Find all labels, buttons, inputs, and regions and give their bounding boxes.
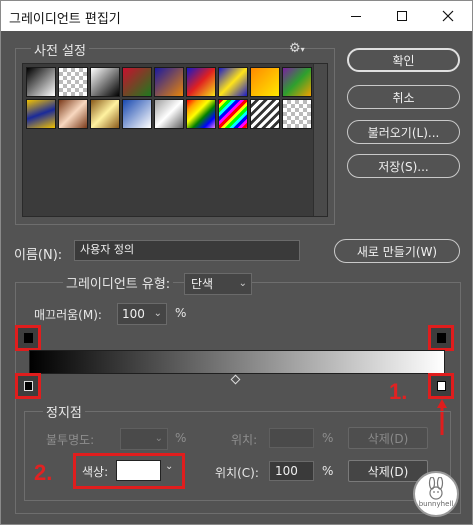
- opacity-label: 불투명도:: [46, 433, 95, 447]
- opacity-unit: %: [175, 431, 187, 445]
- gradient-preview-bar[interactable]: [29, 350, 445, 374]
- ok-button[interactable]: 확인: [347, 48, 460, 72]
- location-unit: %: [322, 464, 334, 478]
- load-button[interactable]: 불러오기(L)...: [347, 120, 460, 144]
- presets-settings-button[interactable]: ⚙▾: [289, 41, 305, 56]
- preset-swatch[interactable]: [282, 67, 312, 97]
- new-label: 새로 만들기(W): [356, 244, 438, 259]
- close-icon: [442, 10, 454, 22]
- window-title: 그레이디언트 편집기: [9, 12, 121, 27]
- preset-swatch[interactable]: [26, 99, 56, 129]
- chevron-down-icon: ⌄: [238, 278, 247, 289]
- preset-swatch[interactable]: [154, 67, 184, 97]
- load-label: 불러오기(L)...: [367, 125, 440, 140]
- bunny-icon: [428, 476, 444, 500]
- preset-swatch[interactable]: [186, 67, 216, 97]
- preset-swatch[interactable]: [218, 99, 248, 129]
- opacity-delete-button: 삭제(D): [348, 427, 428, 449]
- chevron-down-icon: ⌄: [154, 433, 163, 444]
- presets-title: 사전 설정: [31, 40, 89, 59]
- preset-swatch[interactable]: [26, 67, 56, 97]
- watermark-logo: bunnyhell: [413, 471, 459, 517]
- maximize-icon: [397, 11, 407, 21]
- color-swatch[interactable]: [116, 460, 161, 481]
- gradient-type-select[interactable]: 단색 ⌄: [184, 273, 252, 295]
- color-stop-left[interactable]: [15, 373, 41, 399]
- preset-swatch[interactable]: [122, 99, 152, 129]
- save-label: 저장(S)...: [378, 159, 429, 174]
- preset-swatch[interactable]: [58, 67, 88, 97]
- annotation-two: 2.: [34, 460, 53, 485]
- preset-swatch[interactable]: [154, 99, 184, 129]
- minimize-button[interactable]: [333, 1, 379, 31]
- close-button[interactable]: [425, 1, 471, 31]
- name-field[interactable]: 사용자 정의: [74, 240, 300, 261]
- location-field[interactable]: 100: [269, 461, 314, 481]
- preset-swatch[interactable]: [218, 67, 248, 97]
- minimize-icon: [351, 15, 361, 17]
- smoothness-select[interactable]: 100 ⌄: [117, 303, 167, 325]
- opacity-location-label: 위치:: [231, 433, 258, 447]
- preset-swatch[interactable]: [186, 99, 216, 129]
- presets-list[interactable]: [22, 63, 328, 217]
- opacity-select: ⌄: [120, 428, 168, 450]
- presets-scrollbar[interactable]: [313, 64, 327, 216]
- gradient-editor-window: 그레이디언트 편집기 사전 설정 ⚙▾ 확인 취소 불러오기(L)... 저장(…: [0, 0, 473, 525]
- chevron-down-icon[interactable]: ⌄: [165, 461, 173, 472]
- opacity-location-field: [269, 428, 314, 448]
- save-button[interactable]: 저장(S)...: [347, 154, 460, 178]
- location-label: 위치(C):: [215, 466, 259, 480]
- cancel-button[interactable]: 취소: [347, 85, 460, 109]
- color-stop-right[interactable]: [428, 373, 454, 399]
- chevron-down-icon: ⌄: [153, 308, 162, 319]
- chevron-down-icon: ▾: [300, 45, 305, 54]
- preset-swatch[interactable]: [250, 67, 280, 97]
- ok-label: 확인: [392, 53, 415, 68]
- preset-swatch[interactable]: [282, 99, 312, 129]
- stops-title: 정지점: [43, 402, 85, 421]
- opacity-location-unit: %: [322, 431, 334, 445]
- preset-swatch[interactable]: [90, 67, 120, 97]
- smoothness-label: 매끄러움(M):: [34, 308, 102, 322]
- maximize-button[interactable]: [379, 1, 425, 31]
- preset-swatch[interactable]: [58, 99, 88, 129]
- gear-icon: ⚙: [289, 41, 301, 56]
- preset-swatch[interactable]: [122, 67, 152, 97]
- opacity-stop-right[interactable]: [428, 325, 454, 351]
- new-button[interactable]: 새로 만들기(W): [334, 239, 460, 263]
- gradient-type-value: 단색: [191, 277, 214, 291]
- delete-label: 삭제(D): [367, 464, 409, 479]
- name-label: 이름(N):: [14, 248, 63, 263]
- color-label: 색상:: [82, 465, 109, 479]
- gradient-type-label: 그레이디언트 유형:: [63, 273, 174, 292]
- smoothness-value: 100: [122, 307, 145, 321]
- title-bar: 그레이디언트 편집기: [1, 1, 472, 31]
- watermark-text: bunnyhell: [418, 500, 454, 508]
- opacity-delete-label: 삭제(D): [367, 431, 409, 446]
- smoothness-unit: %: [175, 306, 187, 320]
- opacity-stop-left[interactable]: [15, 325, 41, 351]
- annotation-one: 1.: [389, 379, 408, 404]
- preset-swatch[interactable]: [250, 99, 280, 129]
- cancel-label: 취소: [392, 90, 415, 105]
- preset-swatch[interactable]: [90, 99, 120, 129]
